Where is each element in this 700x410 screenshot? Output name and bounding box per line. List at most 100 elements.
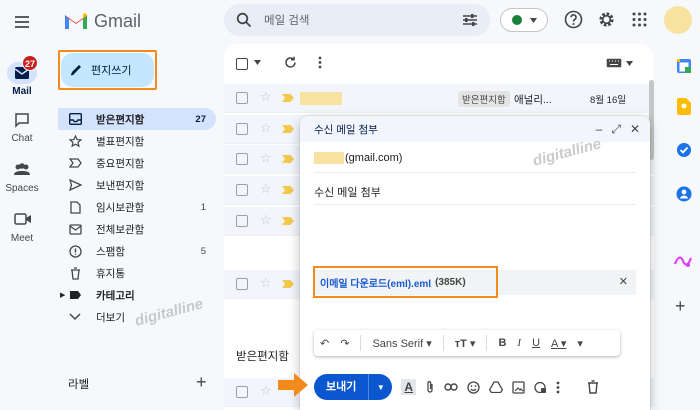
row-star-icon[interactable]: ☆ <box>260 120 272 136</box>
recipients-field[interactable]: (gmail.com) <box>314 152 402 164</box>
undo-icon[interactable]: ↶ <box>320 337 329 350</box>
row-checkbox[interactable] <box>236 123 248 135</box>
fullscreen-icon[interactable]: ⤢ <box>611 122 621 137</box>
rail-meet-label[interactable]: Meet <box>0 233 44 244</box>
apps-grid-icon[interactable] <box>632 12 647 27</box>
importance-marker-icon[interactable] <box>282 217 294 225</box>
divider <box>314 172 636 173</box>
nav-label: 전체보관함 <box>96 223 145 236</box>
close-icon[interactable]: ✕ <box>630 122 640 137</box>
calendar-icon[interactable] <box>676 58 692 74</box>
message-body[interactable] <box>314 212 636 262</box>
importance-marker-icon[interactable] <box>282 280 294 288</box>
compose-title: 수신 메일 첨부 <box>314 123 378 136</box>
row-star-icon[interactable]: ☆ <box>260 212 272 228</box>
keep-icon[interactable] <box>677 98 691 115</box>
refresh-icon[interactable] <box>284 56 297 69</box>
remove-attachment-icon[interactable]: ✕ <box>619 275 628 288</box>
more-options-icon[interactable] <box>318 56 322 69</box>
select-all-checkbox[interactable] <box>236 58 248 70</box>
text-color-icon[interactable]: A ▾ <box>551 337 566 350</box>
more-formatting-icon[interactable]: ▾ <box>577 337 583 350</box>
send-label: 보내기 <box>326 381 357 393</box>
formatting-options-icon[interactable]: A <box>401 379 417 395</box>
add-label-button[interactable]: + <box>196 372 207 393</box>
nav-item-drafts[interactable]: 임시보관함 1 <box>58 196 216 218</box>
nav-item-trash[interactable]: 휴지통 <box>58 262 216 284</box>
font-family-select[interactable]: Sans Serif ▾ <box>372 337 431 350</box>
row-star-icon[interactable]: ☆ <box>260 383 272 399</box>
nav-item-sent[interactable]: 보낸편지함 <box>58 174 216 196</box>
send-icon <box>68 178 82 192</box>
underline-icon[interactable]: U <box>532 337 540 349</box>
status-button[interactable] <box>500 8 548 32</box>
bold-icon[interactable]: B <box>498 337 506 349</box>
search-icon[interactable] <box>236 12 252 28</box>
italic-icon[interactable]: I <box>517 337 521 349</box>
row-checkbox[interactable] <box>236 386 248 398</box>
search-bar[interactable]: 메일 검색 <box>224 4 490 36</box>
importance-marker-icon[interactable] <box>282 125 294 133</box>
confidential-lock-icon[interactable] <box>534 381 547 394</box>
row-checkbox[interactable] <box>236 92 248 104</box>
font-size-icon[interactable]: тT ▾ <box>455 337 476 350</box>
subject-field[interactable]: 수신 메일 첨부 <box>314 184 381 200</box>
gmail-logo[interactable]: Gmail <box>64 8 141 34</box>
divider <box>486 335 488 351</box>
compose-window: 수신 메일 첨부 ‒ ⤢ ✕ (gmail.com) 수신 메일 첨부 이메일 … <box>300 116 650 410</box>
select-caret-icon[interactable] <box>254 60 261 65</box>
help-icon[interactable] <box>564 10 583 29</box>
row-star-icon[interactable]: ☆ <box>260 150 272 166</box>
important-icon <box>68 156 82 170</box>
contacts-icon[interactable] <box>676 186 692 202</box>
font-family-value: Sans Serif <box>372 337 424 350</box>
rail-chat-label[interactable]: Chat <box>0 133 44 144</box>
nav-item-important[interactable]: 중요편지함 <box>58 152 216 174</box>
send-button[interactable]: 보내기 ▼ <box>314 374 393 400</box>
discard-trash-icon[interactable] <box>587 380 599 394</box>
row-checkbox[interactable] <box>236 184 248 196</box>
active-status-dot <box>511 15 522 25</box>
tasks-icon[interactable] <box>676 142 692 158</box>
meet-icon[interactable] <box>14 212 32 226</box>
compose-highlight <box>58 50 157 90</box>
row-star-icon[interactable]: ☆ <box>260 181 272 197</box>
settings-gear-icon[interactable] <box>597 10 616 29</box>
main-menu-icon[interactable] <box>12 12 32 32</box>
keyboard-caret-icon[interactable] <box>626 61 633 66</box>
importance-marker-icon[interactable] <box>282 94 294 102</box>
chat-icon[interactable] <box>14 112 30 128</box>
importance-marker-icon[interactable] <box>282 186 294 194</box>
emoji-icon[interactable] <box>467 380 480 394</box>
account-avatar[interactable] <box>664 6 692 34</box>
divider <box>314 204 636 205</box>
keyboard-icon[interactable] <box>606 58 622 68</box>
row-checkbox[interactable] <box>236 153 248 165</box>
nav-label: 받은편지함 <box>96 113 145 126</box>
row-star-icon[interactable]: ☆ <box>260 89 272 105</box>
search-input[interactable]: 메일 검색 <box>264 12 462 28</box>
attach-file-icon[interactable] <box>425 380 435 394</box>
nav-item-all-mail[interactable]: 전체보관함 <box>58 218 216 240</box>
expand-arrow-icon[interactable]: ▶ <box>60 291 65 299</box>
row-star-icon[interactable]: ☆ <box>260 275 272 291</box>
schedule-send-caret-icon[interactable]: ▼ <box>368 374 392 400</box>
redo-icon[interactable]: ↷ <box>340 337 349 350</box>
nav-item-spam[interactable]: 스팸함 5 <box>58 240 216 262</box>
more-options-icon[interactable] <box>556 381 560 394</box>
nav-item-inbox[interactable]: 받은편지함 27 <box>58 108 216 130</box>
add-addon-icon[interactable]: + <box>675 296 686 317</box>
rail-spaces-label[interactable]: Spaces <box>0 183 44 194</box>
row-checkbox[interactable] <box>236 215 248 227</box>
email-row[interactable]: ☆ 받은편지함 애널리... 8월 16일 <box>224 84 654 113</box>
insert-link-icon[interactable] <box>444 383 458 391</box>
row-checkbox[interactable] <box>236 278 248 290</box>
drive-icon[interactable] <box>489 381 504 393</box>
addon-app-icon[interactable] <box>674 254 692 268</box>
search-options-icon[interactable] <box>462 13 478 27</box>
importance-marker-icon[interactable] <box>282 155 294 163</box>
nav-item-starred[interactable]: 별표편지함 <box>58 130 216 152</box>
recipient-redacted <box>314 152 344 164</box>
insert-photo-icon[interactable] <box>512 380 525 394</box>
spaces-icon[interactable] <box>12 162 32 178</box>
